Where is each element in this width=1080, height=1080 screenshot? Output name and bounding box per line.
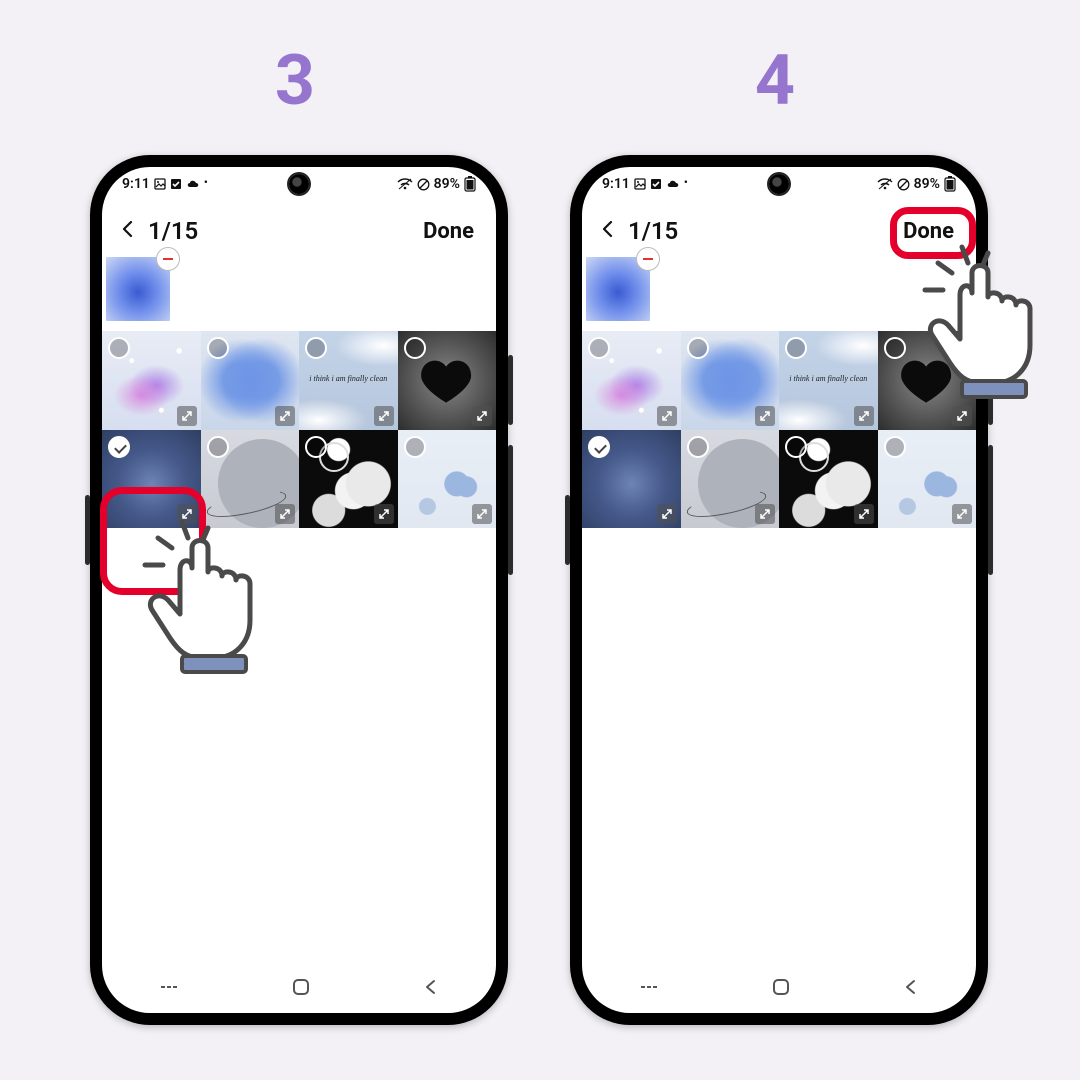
picker-header: 1/15 Done — [102, 201, 496, 255]
expand-button[interactable] — [657, 406, 677, 426]
chevron-left-icon — [596, 217, 620, 241]
gallery-tile-grey-planet[interactable] — [681, 430, 780, 529]
android-nav-bar — [102, 965, 496, 1013]
expand-button[interactable] — [657, 504, 677, 524]
expand-button[interactable] — [854, 504, 874, 524]
tile-caption: i think i am finally clean — [779, 374, 878, 383]
picker-header: 1/15 Done — [582, 201, 976, 255]
select-marker[interactable] — [207, 436, 229, 458]
no-data-icon — [897, 178, 910, 191]
nav-back[interactable] — [902, 978, 920, 1000]
chevron-left-icon — [116, 217, 140, 241]
selection-counter: 1/15 — [628, 217, 678, 245]
expand-button[interactable] — [854, 406, 874, 426]
expand-button[interactable] — [177, 504, 197, 524]
no-data-icon — [417, 178, 430, 191]
select-marker-checked[interactable] — [108, 436, 130, 458]
gallery-tile-dark-heart[interactable] — [398, 331, 497, 430]
remove-selection-button[interactable] — [156, 247, 180, 271]
expand-button[interactable] — [275, 504, 295, 524]
phone-step-4: 9:11 • 89% 1/15 Done — [570, 155, 988, 1025]
select-marker[interactable] — [404, 337, 426, 359]
battery-text: 89% — [914, 176, 940, 192]
expand-button[interactable] — [374, 406, 394, 426]
gallery-tile-grey-planet[interactable] — [201, 430, 300, 529]
select-marker[interactable] — [588, 337, 610, 359]
battery-icon — [464, 176, 476, 192]
select-marker[interactable] — [305, 436, 327, 458]
gallery-tile-quote-card[interactable]: i think i am finally clean — [299, 331, 398, 430]
expand-button[interactable] — [177, 406, 197, 426]
gallery-grid: i think i am finally clean — [582, 331, 976, 528]
select-marker[interactable] — [687, 337, 709, 359]
back-button[interactable] — [116, 217, 140, 245]
gallery-tile-butterfly[interactable] — [102, 331, 201, 430]
wifi-icon — [877, 178, 893, 190]
remove-selection-button[interactable] — [636, 247, 660, 271]
select-marker[interactable] — [207, 337, 229, 359]
gallery-tile-butterfly[interactable] — [582, 331, 681, 430]
step-number-4: 4 — [750, 40, 800, 122]
selection-counter: 1/15 — [148, 217, 198, 245]
select-marker[interactable] — [687, 436, 709, 458]
status-time: 9:11 — [602, 176, 630, 192]
done-button[interactable]: Done — [903, 219, 954, 244]
select-marker-checked[interactable] — [588, 436, 610, 458]
select-marker[interactable] — [785, 337, 807, 359]
gallery-indicator-icon — [634, 178, 646, 190]
phone-step-3: 9:11 • 89% — [90, 155, 508, 1025]
gallery-tile-quote-card[interactable]: i think i am finally clean — [779, 331, 878, 430]
gallery-tile-dark-heart[interactable] — [878, 331, 977, 430]
front-camera — [769, 174, 789, 194]
expand-button[interactable] — [472, 504, 492, 524]
checkbox-indicator-icon — [170, 178, 182, 190]
expand-button[interactable] — [952, 406, 972, 426]
back-button[interactable] — [596, 217, 620, 245]
nav-recents[interactable] — [638, 978, 660, 1000]
gallery-tile-blue-heart-blur[interactable] — [201, 331, 300, 430]
gallery-tile-navy-gradient[interactable] — [582, 430, 681, 529]
checkbox-indicator-icon — [650, 178, 662, 190]
select-marker[interactable] — [884, 436, 906, 458]
gallery-tile-navy-gradient[interactable] — [102, 430, 201, 529]
gallery-tile-night-clouds[interactable] — [299, 430, 398, 529]
select-marker[interactable] — [785, 436, 807, 458]
gallery-tile-night-clouds[interactable] — [779, 430, 878, 529]
selected-preview[interactable] — [586, 257, 650, 321]
gallery-indicator-icon — [154, 178, 166, 190]
android-nav-bar — [582, 965, 976, 1013]
expand-button[interactable] — [472, 406, 492, 426]
wifi-icon — [397, 178, 413, 190]
battery-text: 89% — [434, 176, 460, 192]
gallery-grid: i think i am finally clean — [102, 331, 496, 528]
nav-home[interactable] — [291, 977, 311, 1001]
expand-button[interactable] — [755, 406, 775, 426]
done-button[interactable]: Done — [423, 219, 474, 244]
front-camera — [289, 174, 309, 194]
select-marker[interactable] — [884, 337, 906, 359]
select-marker[interactable] — [305, 337, 327, 359]
step-number-3: 3 — [270, 40, 320, 122]
select-marker[interactable] — [108, 337, 130, 359]
battery-icon — [944, 176, 956, 192]
gallery-tile-blue-heart-blur[interactable] — [681, 331, 780, 430]
status-time: 9:11 — [122, 176, 150, 192]
expand-button[interactable] — [275, 406, 295, 426]
expand-button[interactable] — [755, 504, 775, 524]
expand-button[interactable] — [952, 504, 972, 524]
gallery-tile-sky-clouds[interactable] — [398, 430, 497, 529]
nav-home[interactable] — [771, 977, 791, 1001]
selected-preview[interactable] — [106, 257, 170, 321]
cloud-indicator-icon — [666, 179, 680, 189]
tile-caption: i think i am finally clean — [299, 374, 398, 383]
gallery-tile-sky-clouds[interactable] — [878, 430, 977, 529]
nav-recents[interactable] — [158, 978, 180, 1000]
cloud-indicator-icon — [186, 179, 200, 189]
select-marker[interactable] — [404, 436, 426, 458]
expand-button[interactable] — [374, 504, 394, 524]
nav-back[interactable] — [422, 978, 440, 1000]
